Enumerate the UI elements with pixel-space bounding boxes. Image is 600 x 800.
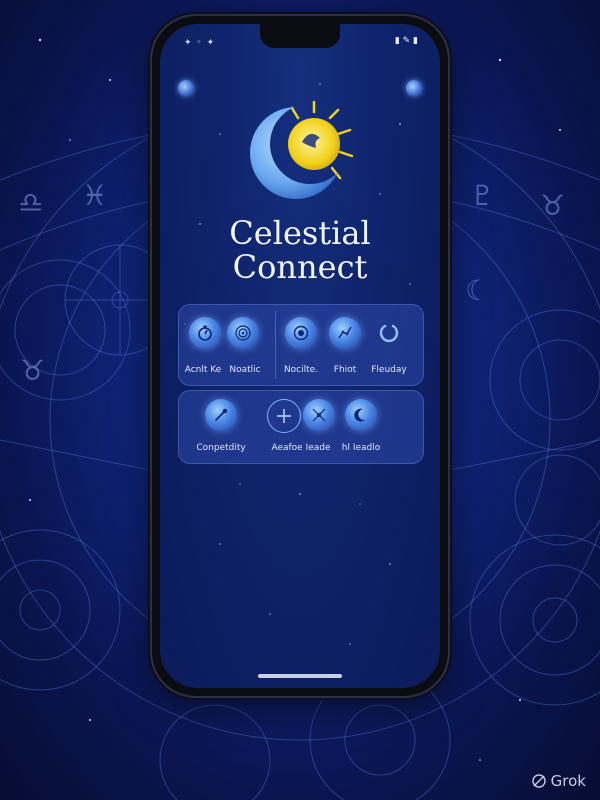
- star-chart-icon[interactable]: [303, 399, 335, 431]
- feature-label: Conpetdity: [196, 443, 246, 453]
- svg-text:♉: ♉: [20, 354, 45, 387]
- app-title-line1: Celestial: [229, 214, 371, 252]
- grok-watermark: Grok: [531, 772, 586, 790]
- constellation-icon[interactable]: [329, 317, 361, 349]
- camera-notch: [260, 24, 340, 48]
- feature-label: Aeafoe Ieade: [271, 443, 331, 453]
- feature-label: hl Ieadlo: [341, 443, 381, 453]
- stopwatch-icon[interactable]: [189, 317, 221, 349]
- watermark-text: Grok: [550, 772, 586, 790]
- panel-divider: [275, 311, 276, 379]
- crescent-ring-icon[interactable]: [373, 317, 405, 349]
- svg-text:♎: ♎: [18, 186, 43, 219]
- moon-face-icon[interactable]: [345, 399, 377, 431]
- app-screen: ✦ ◦ ✦ ▮ ✎ ▮ Celestial Connect Acnlt Ke N…: [160, 24, 440, 688]
- feature-panel-secondary: Conpetdity Aeafoe Ieade hl Ieadlo: [178, 390, 424, 464]
- feature-panel-primary: Acnlt Ke Noatlic Nocilte. Fhiot Fleuday: [178, 304, 424, 386]
- home-indicator[interactable]: [258, 674, 342, 678]
- feature-label: Acnlt Ke: [184, 365, 222, 375]
- svg-text:♉: ♉: [540, 189, 565, 222]
- feature-label: Nocilte.: [283, 365, 319, 375]
- status-icons: ▮ ✎ ▮: [394, 36, 418, 46]
- feature-label: Noatlic: [229, 365, 261, 375]
- profile-icon[interactable]: [178, 80, 194, 96]
- phone-frame: ✦ ◦ ✦ ▮ ✎ ▮ Celestial Connect Acnlt Ke N…: [152, 16, 448, 696]
- zodiac-wheel-icon[interactable]: [227, 317, 259, 349]
- svg-text:♓: ♓: [82, 179, 107, 212]
- feature-label: Fhiot: [333, 365, 357, 375]
- orbit-icon[interactable]: [285, 317, 317, 349]
- compass-icon[interactable]: [267, 399, 301, 433]
- status-left: ✦ ◦ ✦: [184, 38, 216, 48]
- settings-icon[interactable]: [406, 80, 422, 96]
- comet-icon[interactable]: [205, 399, 237, 431]
- app-title-line2: Connect: [232, 248, 368, 286]
- svg-text:♇: ♇: [470, 179, 495, 212]
- moon-sun-logo-icon: [250, 100, 354, 199]
- feature-label: Fleuday: [371, 365, 407, 375]
- grok-logo-icon: [531, 774, 546, 788]
- svg-text:☾: ☾: [465, 274, 490, 307]
